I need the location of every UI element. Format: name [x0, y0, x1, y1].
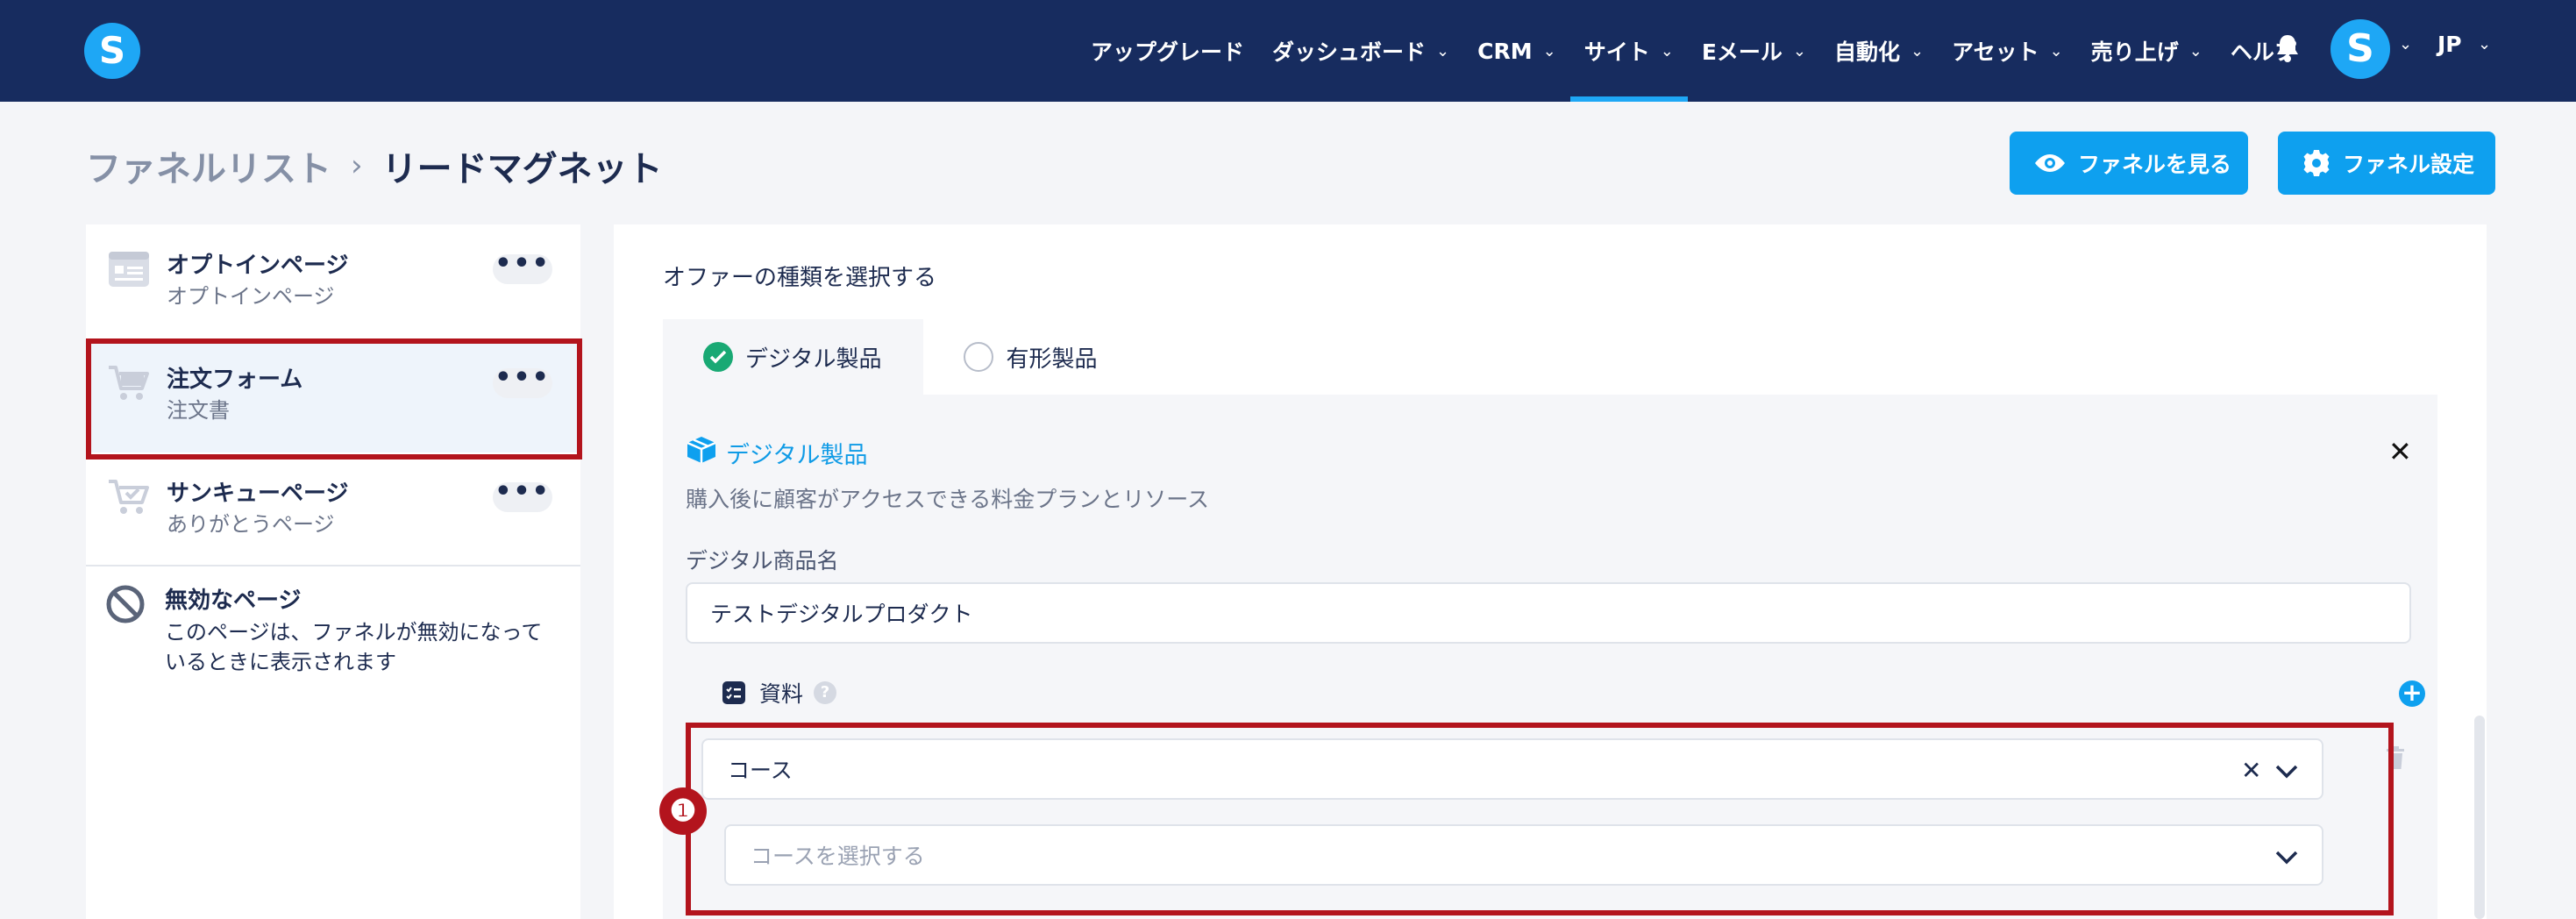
- card-title-text: デジタル製品: [726, 442, 868, 469]
- nav-item-label: 売り上げ: [2090, 39, 2179, 65]
- nav-item-assets[interactable]: アセット ⌄: [1938, 0, 2077, 102]
- cart-check-icon: [107, 477, 151, 517]
- tab-digital-product[interactable]: デジタル製品: [663, 319, 924, 395]
- nav-item-label: CRM: [1477, 38, 1533, 64]
- page-title: リードマグネット: [381, 149, 663, 189]
- nav-item-label: サイト: [1583, 39, 1650, 65]
- view-funnel-button[interactable]: ファネルを見る: [2010, 132, 2248, 195]
- disabled-page-description: このページは、ファネルが無効になっているときに表示されます: [165, 620, 543, 674]
- main-nav: アップグレード ダッシュボード ⌄ CRM ⌄ サイト ⌄ Eメール ⌄ 自動化 ⌄ アセ…: [1077, 0, 2310, 102]
- chevron-down-icon: ⌄: [1660, 41, 1674, 61]
- annotation-badge: ❶: [659, 787, 707, 835]
- help-icon[interactable]: ?: [814, 681, 837, 704]
- nav-item-automation[interactable]: 自動化 ⌄: [1820, 0, 1938, 102]
- nav-item-label: アップグレード: [1091, 39, 1245, 65]
- nav-item-upgrade[interactable]: アップグレード: [1077, 0, 1258, 102]
- bell-icon[interactable]: [2274, 33, 2301, 63]
- chevron-down-icon: ⌄: [1542, 41, 1556, 61]
- more-options-button[interactable]: •••: [493, 479, 552, 512]
- eye-icon: [2034, 153, 2066, 174]
- product-name-value: テストデジタルプロダクト: [710, 602, 973, 627]
- disabled-page-step[interactable]: 無効なページ このページは、ファネルが無効になっているときに表示されます: [86, 568, 580, 709]
- check-circle-icon: [703, 342, 733, 372]
- breadcrumb-root-link[interactable]: ファネルリスト: [86, 140, 331, 191]
- highlight-box-resources: [686, 723, 2394, 915]
- box-icon: [686, 435, 717, 471]
- optin-page-icon: [107, 249, 151, 289]
- nav-item-sales[interactable]: 売り上げ ⌄: [2077, 0, 2217, 102]
- chevron-down-icon: ⌄: [1792, 41, 1806, 61]
- nav-item-sites[interactable]: サイト ⌄: [1569, 0, 1688, 102]
- step-subtitle: ありがとうページ: [167, 512, 335, 537]
- card-title: デジタル製品: [686, 435, 867, 471]
- nav-item-label: 自動化: [1833, 39, 1900, 65]
- scrollbar[interactable]: [2474, 716, 2485, 919]
- offer-type-tabs: デジタル製品 有形製品: [663, 319, 1140, 395]
- nav-item-label: ダッシュボード: [1272, 39, 1427, 65]
- digital-product-card: デジタル製品 ✕ 購入後に顧客がアクセスできる料金プランとリソース デジタル商品…: [663, 395, 2437, 919]
- prohibited-icon: [105, 584, 146, 628]
- offer-type-label: オファーの種類を選択する: [663, 265, 937, 291]
- nav-item-label: アセット: [1952, 39, 2039, 65]
- checklist-icon: [722, 681, 745, 704]
- chevron-down-icon: ⌄: [2188, 41, 2202, 61]
- disabled-page-title: 無効なページ: [165, 588, 302, 614]
- app-logo[interactable]: S: [84, 23, 140, 79]
- more-options-button[interactable]: •••: [493, 251, 552, 284]
- step-title: サンキューページ: [167, 481, 349, 507]
- chevron-down-icon: ⌄: [2049, 41, 2063, 61]
- step-title: オプトインページ: [167, 253, 349, 279]
- tab-label: デジタル製品: [745, 346, 882, 373]
- avatar[interactable]: S: [2330, 19, 2390, 79]
- tab-label: 有形製品: [1006, 346, 1098, 373]
- add-resource-button[interactable]: +: [2399, 680, 2425, 707]
- gear-icon: [2302, 149, 2330, 177]
- resources-header: 資料 ?: [722, 677, 837, 709]
- chevron-down-icon: ⌄: [1436, 41, 1450, 61]
- funnel-steps-sidebar: オプトインページ オプトインページ ••• 注文フォーム 注文書 ••• サンキ…: [86, 224, 580, 919]
- breadcrumb: ファネルリスト › リードマグネット: [86, 140, 663, 191]
- nav-item-email[interactable]: Eメール ⌄: [1688, 0, 1820, 102]
- view-funnel-label: ファネルを見る: [2078, 152, 2232, 177]
- sidebar-divider: [86, 565, 580, 566]
- highlight-box-order-form: [86, 338, 582, 460]
- radio-empty-icon: [964, 342, 994, 372]
- chevron-down-icon[interactable]: ⌄: [2478, 35, 2491, 53]
- card-description: 購入後に顧客がアクセスできる料金プランとリソース: [686, 487, 1210, 512]
- funnel-settings-label: ファネル設定: [2343, 152, 2475, 177]
- funnel-settings-button[interactable]: ファネル設定: [2278, 132, 2495, 195]
- chevron-down-icon[interactable]: ⌄: [2399, 35, 2412, 53]
- product-name-label: デジタル商品名: [686, 548, 839, 573]
- resources-label: 資料: [759, 681, 804, 707]
- step-settings-panel: オファーの種類を選択する デジタル製品 有形製品 デジタル製品 ✕ 購入後に顧客…: [614, 224, 2487, 919]
- chevron-down-icon: ⌄: [1911, 41, 1925, 61]
- funnel-step-optin[interactable]: オプトインページ オプトインページ •••: [86, 224, 580, 338]
- funnel-step-thank-you[interactable]: サンキューページ ありがとうページ •••: [86, 452, 580, 565]
- close-icon[interactable]: ✕: [2388, 435, 2412, 468]
- language-selector[interactable]: JP: [2437, 32, 2462, 57]
- nav-item-crm[interactable]: CRM ⌄: [1463, 0, 1570, 102]
- tab-physical-product[interactable]: 有形製品: [923, 319, 1139, 395]
- nav-item-label: Eメール: [1701, 39, 1783, 65]
- top-navigation-bar: S アップグレード ダッシュボード ⌄ CRM ⌄ サイト ⌄ Eメール ⌄ 自動化 ⌄ …: [0, 0, 2576, 102]
- product-name-field[interactable]: テストデジタルプロダクト: [686, 582, 2411, 644]
- step-subtitle: オプトインページ: [167, 284, 335, 309]
- breadcrumb-separator: ›: [351, 148, 363, 183]
- nav-item-dashboard[interactable]: ダッシュボード ⌄: [1258, 0, 1463, 102]
